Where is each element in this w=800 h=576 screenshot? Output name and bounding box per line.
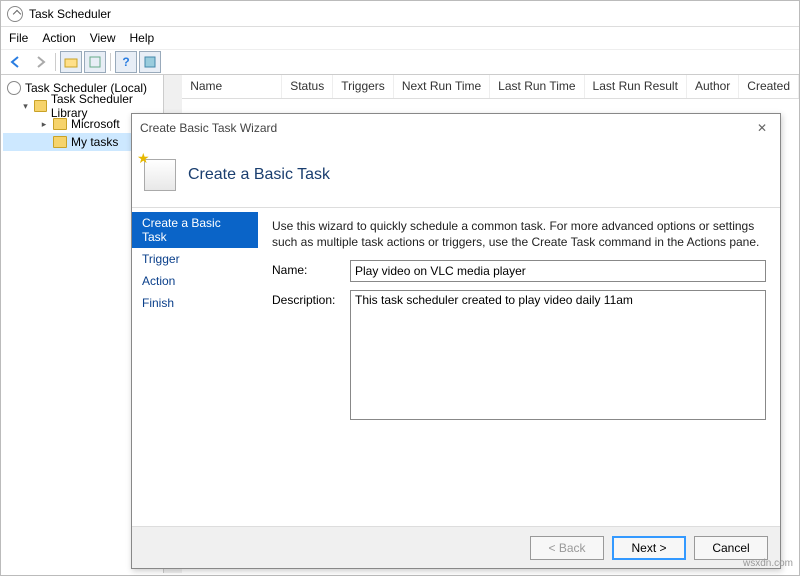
dialog-header: Create a Basic Task [132,142,780,208]
folder-icon [53,118,67,130]
menu-action[interactable]: Action [42,31,75,45]
menu-help[interactable]: Help [130,31,155,45]
close-button[interactable]: ✕ [752,118,772,138]
col-triggers[interactable]: Triggers [333,75,394,98]
col-lastresult[interactable]: Last Run Result [585,75,687,98]
col-lastrun[interactable]: Last Run Time [490,75,584,98]
back-button[interactable] [5,51,27,73]
col-created[interactable]: Created [739,75,799,98]
folder-button[interactable] [60,51,82,73]
separator [110,53,111,71]
expander-icon[interactable]: ▸ [39,119,49,129]
menu-view[interactable]: View [90,31,116,45]
step-action[interactable]: Action [132,270,258,292]
dialog-buttons: < Back Next > Cancel [132,526,780,568]
wizard-dialog: Create Basic Task Wizard ✕ Create a Basi… [131,113,781,569]
name-input[interactable] [350,260,766,282]
next-button[interactable]: Next > [612,536,686,560]
col-name[interactable]: Name [182,75,282,98]
separator [55,53,56,71]
wizard-heading: Create a Basic Task [188,166,330,184]
description-label: Description: [272,290,350,307]
watermark: wsxdn.com [743,558,793,569]
forward-button[interactable] [29,51,51,73]
folder-icon [53,136,67,148]
wizard-intro: Use this wizard to quickly schedule a co… [272,218,766,250]
name-label: Name: [272,260,350,277]
wizard-steps: Create a Basic Task Trigger Action Finis… [132,208,258,526]
scheduler-icon [7,81,21,95]
cancel-button[interactable]: Cancel [694,536,768,560]
folder-icon [34,100,47,112]
step-create[interactable]: Create a Basic Task [132,212,258,248]
dialog-titlebar: Create Basic Task Wizard ✕ [132,114,780,142]
help-button[interactable]: ? [115,51,137,73]
dialog-title: Create Basic Task Wizard [140,121,277,135]
menu-file[interactable]: File [9,31,28,45]
toolbar: ? [1,49,799,75]
run-button[interactable] [139,51,161,73]
col-status[interactable]: Status [282,75,333,98]
list-header: Name Status Triggers Next Run Time Last … [182,75,799,99]
col-author[interactable]: Author [687,75,739,98]
properties-button[interactable] [84,51,106,73]
titlebar: Task Scheduler [1,1,799,27]
dialog-body: Create a Basic Task Trigger Action Finis… [132,208,780,526]
step-finish[interactable]: Finish [132,292,258,314]
step-trigger[interactable]: Trigger [132,248,258,270]
app-window: Task Scheduler File Action View Help ? T… [0,0,800,576]
expander-icon[interactable]: ▾ [21,101,30,111]
wizard-icon [144,159,176,191]
menubar: File Action View Help [1,27,799,49]
back-button: < Back [530,536,604,560]
app-title: Task Scheduler [29,7,111,21]
description-input[interactable]: This task scheduler created to play vide… [350,290,766,420]
col-nextrun[interactable]: Next Run Time [394,75,490,98]
wizard-form: Use this wizard to quickly schedule a co… [258,208,780,526]
app-icon [7,6,23,22]
